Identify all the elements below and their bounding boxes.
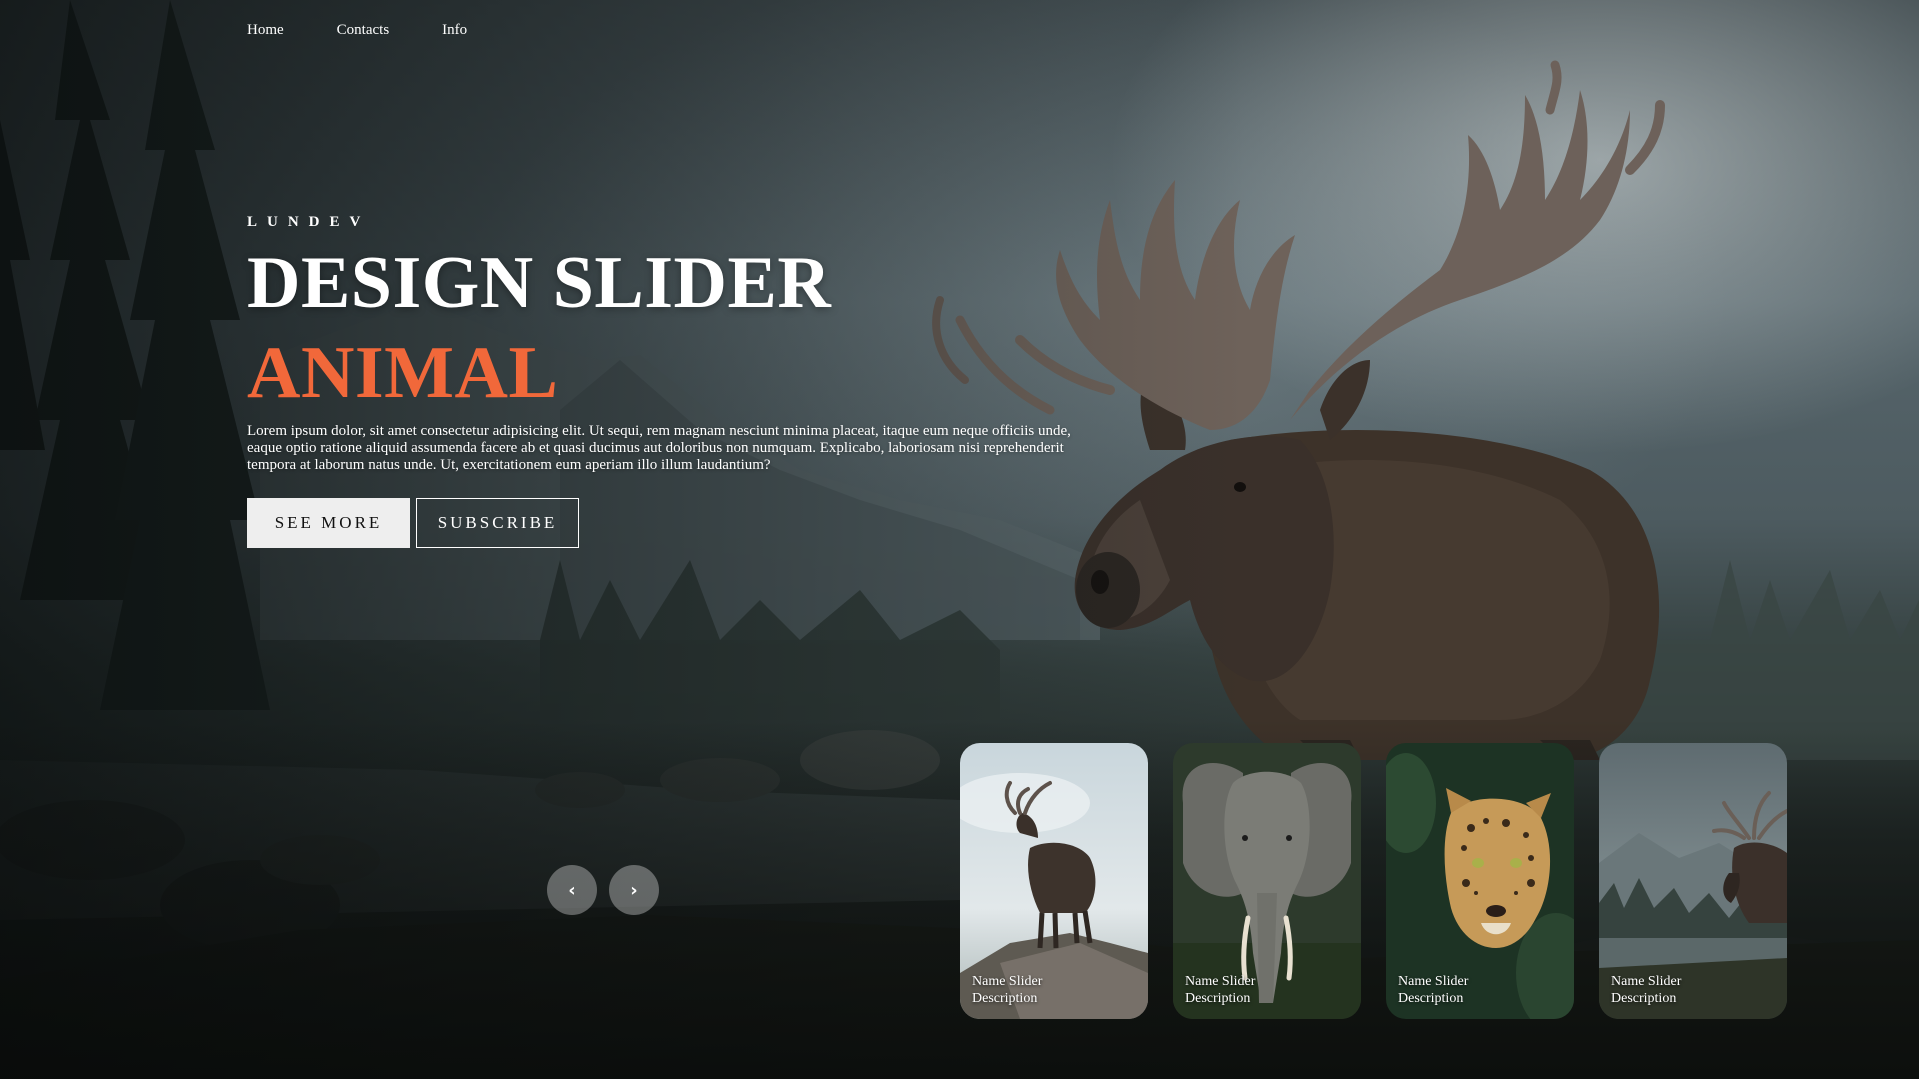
thumbnail-leopard[interactable]: Name Slider Description (1386, 743, 1574, 1019)
thumbnail-name: Name Slider (972, 974, 1043, 989)
thumbnail-description: Description (1611, 991, 1677, 1006)
author-label: LUNDEV (247, 214, 371, 230)
thumbnail-caption: Name Slider Description (1611, 973, 1777, 1007)
thumbnail-caption: Name Slider Description (1185, 973, 1351, 1007)
thumbnail-name: Name Slider (1398, 974, 1469, 989)
hero-content: LUNDEV DESIGN SLIDER ANIMAL Lorem ipsum … (247, 214, 1087, 548)
thumbnail-elephant[interactable]: Name Slider Description (1173, 743, 1361, 1019)
nav-home[interactable]: Home (247, 22, 284, 39)
hero-description: Lorem ipsum dolor, sit amet consectetur … (247, 422, 1071, 473)
slider-arrows: ‹ › (547, 865, 659, 915)
hero-buttons: SEE MORE SUBSCRIBE (247, 497, 1087, 548)
thumbnail-description: Description (1398, 991, 1464, 1006)
nav-contacts[interactable]: Contacts (337, 22, 390, 39)
thumbnail-name: Name Slider (1185, 974, 1256, 989)
next-arrow-button[interactable]: › (609, 865, 659, 915)
thumbnail-moose-by-lake[interactable]: Name Slider Description (1599, 743, 1787, 1019)
thumbnail-caption: Name Slider Description (972, 973, 1138, 1007)
thumbnail-name: Name Slider (1611, 974, 1682, 989)
thumbnail-moose-on-rock[interactable]: Name Slider Description (960, 743, 1148, 1019)
hero-title: DESIGN SLIDER (247, 242, 832, 324)
thumbnail-description: Description (972, 991, 1038, 1006)
see-more-button[interactable]: SEE MORE (247, 497, 410, 548)
subscribe-button[interactable]: SUBSCRIBE (416, 497, 579, 548)
top-nav: Home Contacts Info (247, 22, 520, 39)
thumbnail-caption: Name Slider Description (1398, 973, 1564, 1007)
nav-info[interactable]: Info (442, 22, 467, 39)
thumbnail-description: Description (1185, 991, 1251, 1006)
thumbnail-list: Name Slider Description Name Slider Desc… (960, 743, 1787, 1019)
hero-topic: ANIMAL (247, 332, 559, 415)
prev-arrow-button[interactable]: ‹ (547, 865, 597, 915)
